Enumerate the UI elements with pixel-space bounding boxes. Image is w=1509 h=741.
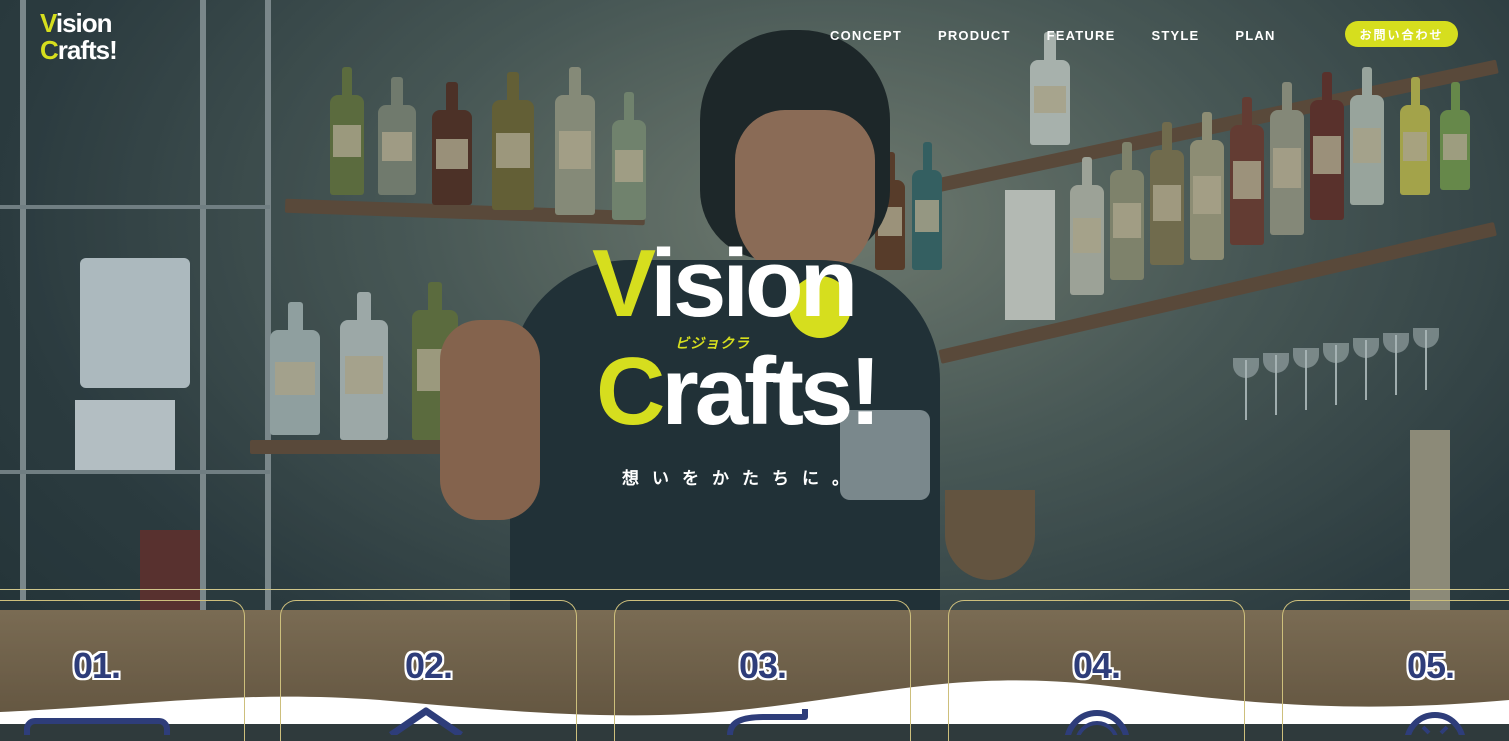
speech-bubble-icon bbox=[727, 709, 808, 735]
feature-card-01[interactable]: 01. bbox=[0, 600, 245, 741]
nav-feature[interactable]: FEATURE bbox=[1047, 28, 1116, 43]
house-icon bbox=[389, 707, 463, 735]
cards-divider bbox=[0, 589, 1509, 590]
hero-title-line1: Vision bbox=[592, 230, 858, 337]
nav-plan[interactable]: PLAN bbox=[1235, 28, 1275, 43]
card-number: 03. bbox=[738, 645, 787, 686]
card-number: 05. bbox=[1406, 645, 1455, 686]
nav-style[interactable]: STYLE bbox=[1151, 28, 1199, 43]
feature-card-04[interactable]: 04. bbox=[948, 600, 1245, 741]
feature-card-03[interactable]: 03. bbox=[614, 600, 911, 741]
nav-product[interactable]: PRODUCT bbox=[938, 28, 1011, 43]
card-number: 01. bbox=[72, 645, 121, 686]
card-icon bbox=[24, 718, 170, 735]
feature-card-02[interactable]: 02. bbox=[280, 600, 577, 741]
hero-logo: Vision ビジョクラ Crafts! 想いをかたちに。 bbox=[592, 236, 952, 496]
logo-line2: Crafts! bbox=[40, 35, 118, 65]
feature-card-05[interactable]: 05. bbox=[1282, 600, 1509, 741]
site-logo[interactable]: Vision Crafts! bbox=[40, 10, 150, 72]
card-number: 02. bbox=[404, 645, 453, 686]
logo-line1: Vision bbox=[40, 8, 113, 38]
smiley-icon bbox=[1405, 712, 1465, 735]
card-number: 04. bbox=[1072, 645, 1121, 686]
hero-tagline: 想いをかたちに。 bbox=[622, 469, 862, 488]
contact-button[interactable]: お問い合わせ bbox=[1345, 21, 1458, 47]
circle-icon bbox=[1064, 710, 1130, 735]
hero-title-line2: Crafts! bbox=[596, 338, 881, 445]
main-nav: CONCEPT PRODUCT FEATURE STYLE PLAN bbox=[830, 22, 1312, 48]
nav-concept[interactable]: CONCEPT bbox=[830, 28, 902, 43]
